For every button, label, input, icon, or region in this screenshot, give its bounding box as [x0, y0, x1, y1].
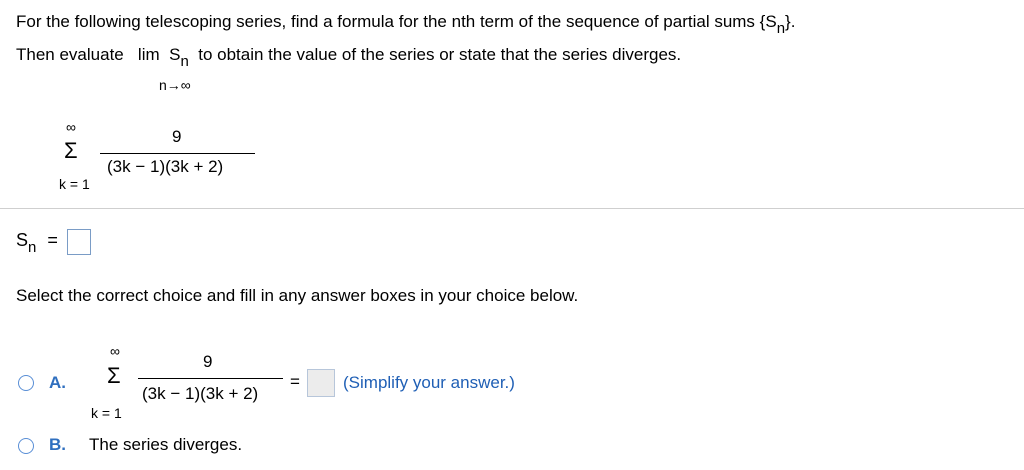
question-line-1-text: For the following telescoping series, fi…: [16, 12, 777, 31]
choice-a-radio[interactable]: [18, 375, 34, 391]
question-line-2: Then evaluate lim Sn to obtain the value…: [16, 45, 682, 70]
lim-variable: S: [169, 45, 181, 64]
instruction-text: Select the correct choice and fill in an…: [16, 286, 579, 305]
choice-a-lower-limit: k = 1: [91, 405, 122, 421]
lim-word: lim: [137, 45, 160, 64]
choice-a-sigma-symbol: Σ: [107, 363, 121, 388]
lim-under-label: n→∞: [159, 77, 191, 93]
choice-a-answer-box[interactable]: [307, 369, 335, 397]
choice-b-radio[interactable]: [18, 438, 34, 454]
sn-subscript: n: [28, 239, 37, 256]
choice-a-numerator: 9: [203, 352, 213, 371]
choice-b-letter: B.: [49, 435, 66, 454]
choice-a-equals: =: [290, 372, 300, 391]
choice-a-fraction-bar: [138, 378, 283, 379]
sn-label: Sn =: [16, 230, 58, 256]
question-line-2-end: to obtain the value of the series or sta…: [198, 45, 682, 64]
choice-a-letter: A.: [49, 373, 66, 392]
sn-variable: S: [16, 230, 29, 250]
choice-a-denominator: (3k − 1)(3k + 2): [142, 384, 259, 403]
section-divider: [0, 208, 1024, 209]
question-line-1-subscript: n: [776, 20, 786, 37]
series-lower-limit: k = 1: [59, 176, 90, 192]
question-line-1-end: }.: [785, 12, 796, 31]
question-line-2-start: Then evaluate: [16, 45, 124, 64]
sigma-symbol: Σ: [64, 138, 78, 163]
choice-a-hint: (Simplify your answer.): [343, 373, 515, 392]
series-numerator: 9: [172, 127, 182, 146]
series-fraction-bar: [100, 153, 255, 154]
choice-a-upper-limit: ∞: [110, 343, 120, 359]
lim-subscript: n: [180, 53, 189, 70]
series-denominator: (3k − 1)(3k + 2): [107, 157, 224, 176]
question-line-1: For the following telescoping series, fi…: [16, 12, 796, 37]
sn-equals: =: [47, 230, 58, 250]
sn-answer-box[interactable]: [67, 229, 91, 255]
choice-b-text: The series diverges.: [89, 435, 243, 454]
series-upper-limit: ∞: [66, 119, 76, 135]
